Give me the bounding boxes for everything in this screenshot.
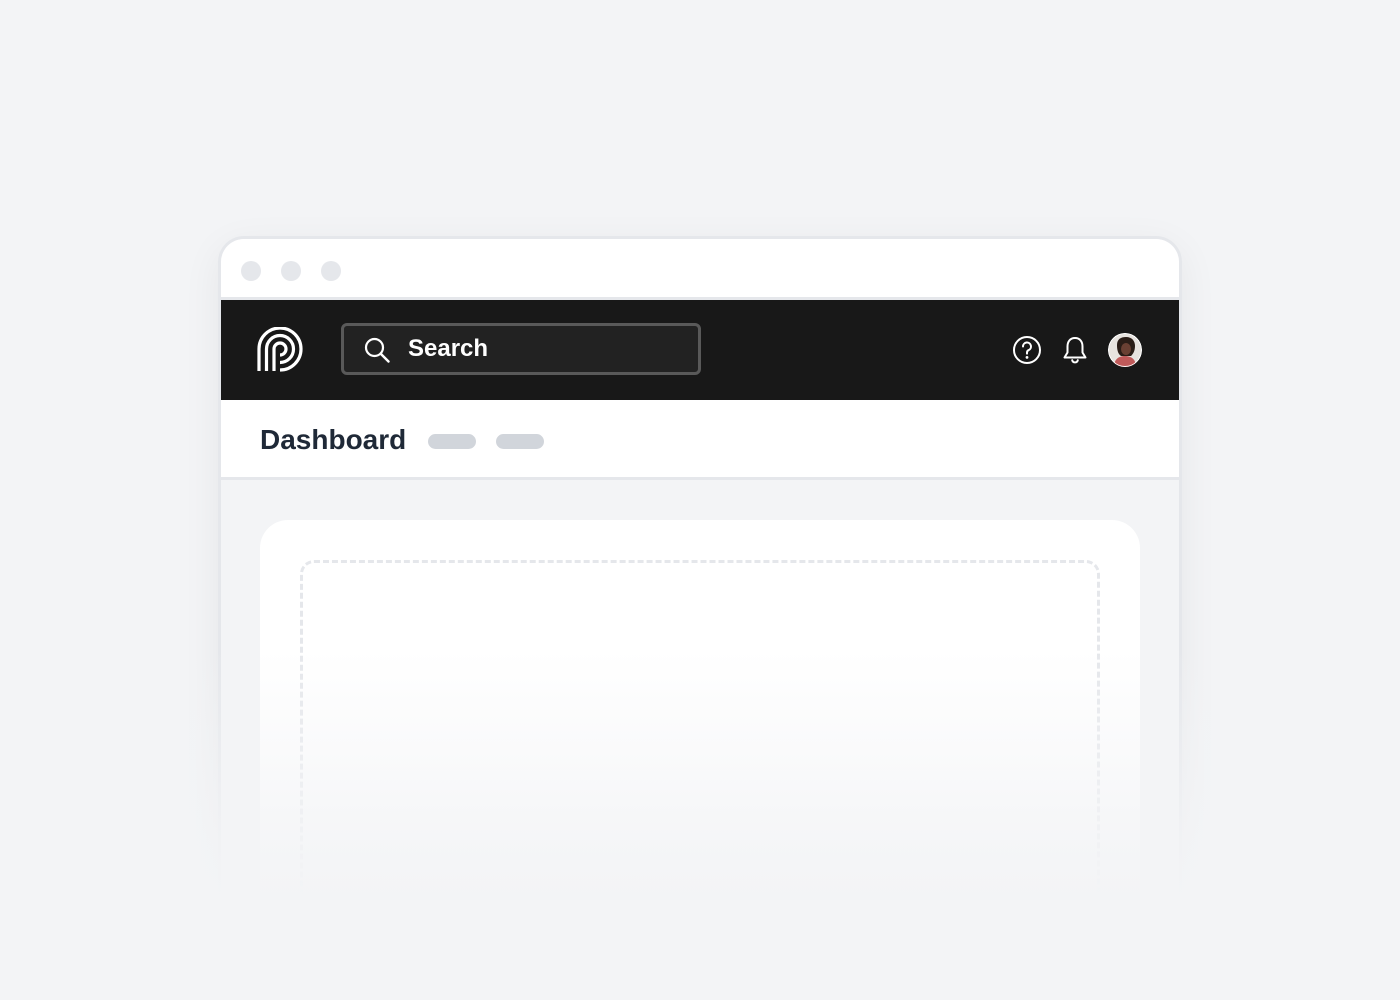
avatar-image — [1108, 333, 1142, 367]
page-subheader: Dashboard — [221, 400, 1179, 480]
avatar[interactable] — [1108, 333, 1142, 367]
search-box[interactable] — [341, 323, 701, 375]
help-circle-icon[interactable] — [1012, 335, 1042, 365]
window-minimize-dot[interactable] — [281, 261, 301, 281]
window-maximize-dot[interactable] — [321, 261, 341, 281]
app-header — [221, 300, 1179, 400]
content-card — [260, 520, 1140, 956]
search-input[interactable] — [408, 326, 678, 372]
empty-dropzone — [300, 560, 1100, 956]
brand-logo-icon[interactable] — [257, 327, 303, 373]
page-title: Dashboard — [260, 424, 407, 455]
window-title-bar — [221, 239, 1179, 300]
search-icon — [364, 337, 390, 363]
bell-icon[interactable] — [1060, 335, 1090, 365]
skeleton-pill-2 — [496, 434, 544, 449]
window-close-dot[interactable] — [241, 261, 261, 281]
browser-window: Dashboard — [218, 236, 1182, 956]
skeleton-pill-1 — [428, 434, 476, 449]
